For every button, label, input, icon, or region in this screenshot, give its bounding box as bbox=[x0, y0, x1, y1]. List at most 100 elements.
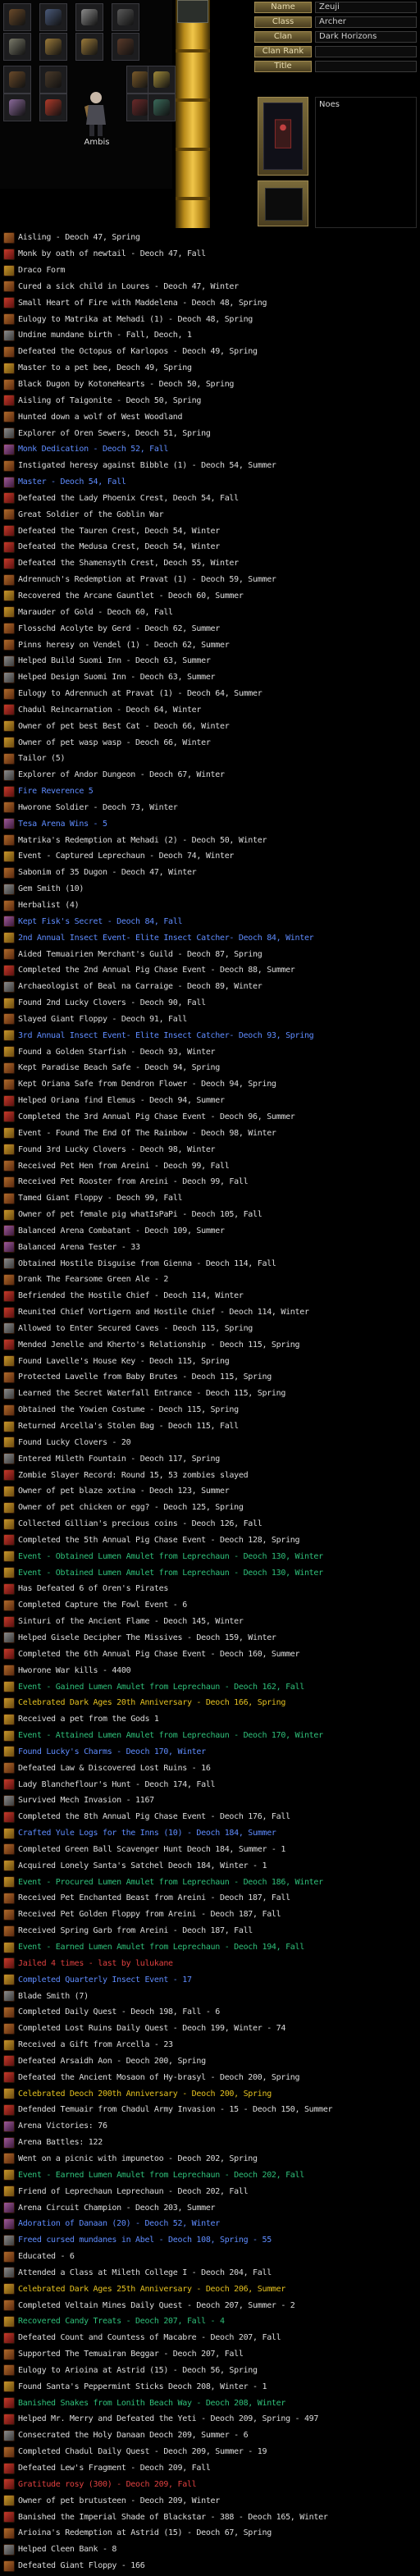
legend-mark: Archaeologist of Beal na Carraige - Deoc… bbox=[0, 979, 420, 995]
equipment-slot[interactable] bbox=[39, 94, 67, 121]
legend-mark-icon bbox=[3, 557, 15, 569]
legend-mark-text: 3rd Annual Insect Event- Elite Insect Ca… bbox=[18, 1030, 314, 1040]
legend-mark-icon bbox=[3, 1648, 15, 1660]
legend-mark-text: Allowed to Enter Secured Caves - Deoch 1… bbox=[18, 1323, 253, 1333]
legend-mark: Defeated the Lady Phoenix Crest, Deoch 5… bbox=[0, 491, 420, 507]
legend-mark: Matrika's Redemption at Mehadi (2) - Deo… bbox=[0, 832, 420, 848]
legend-mark-icon bbox=[3, 443, 15, 455]
legend-mark-text: Chadul Reincarnation - Deoch 64, Winter bbox=[18, 705, 202, 715]
legend-mark-text: Adoration of Danaan (20) - Deoch 52, Win… bbox=[18, 2219, 220, 2229]
legend-mark-icon bbox=[3, 459, 15, 472]
legend-mark-text: Pinns heresy on Vendel (1) - Deoch 62, S… bbox=[18, 640, 230, 650]
legend-mark: Fire Reverence 5 bbox=[0, 783, 420, 800]
legend-mark-text: Mended Jenelle and Kherto's Relationship… bbox=[18, 1340, 300, 1350]
legend-mark-icon bbox=[3, 1697, 15, 1709]
legend-mark-icon bbox=[3, 752, 15, 765]
equipment-slot[interactable] bbox=[3, 33, 31, 61]
legend-mark-text: Event - Gained Lumen Amulet from Leprech… bbox=[18, 1682, 304, 1692]
legend-mark: Returned Arcella's Stolen Bag - Deoch 11… bbox=[0, 1418, 420, 1435]
legend-mark: Attended a Class at Mileth College I - D… bbox=[0, 2264, 420, 2281]
equipment-slot[interactable] bbox=[3, 94, 31, 121]
legend-mark-text: 2nd Annual Insect Event- Elite Insect Ca… bbox=[18, 933, 314, 943]
profile-button[interactable] bbox=[258, 180, 308, 226]
legend-mark-text: Event - Earned Lumen Amulet from Leprech… bbox=[18, 1943, 304, 1953]
legend-mark-icon bbox=[3, 671, 15, 683]
legend-mark-text: Received a pet from the Gods 1 bbox=[18, 1715, 159, 1724]
legend-mark: Friend of Leprechaun Leprechaun - Deoch … bbox=[0, 2183, 420, 2199]
legend-mark-icon bbox=[3, 1387, 15, 1400]
legend-mark-text: Supported The Temuairan Beggar - Deoch 2… bbox=[18, 2350, 244, 2359]
profile-button-frame bbox=[265, 188, 303, 221]
legend-mark-text: Celebrated Dark Ages 25th Anniversary - … bbox=[18, 2284, 286, 2294]
legend-mark-icon bbox=[3, 2300, 15, 2312]
bow-icon bbox=[9, 71, 25, 88]
equipment-slot[interactable] bbox=[112, 33, 139, 61]
legend-mark-text: Helped Design Suomi Inn - Deoch 63, Summ… bbox=[18, 673, 216, 683]
ring-icon bbox=[81, 39, 98, 55]
legend-mark: Aided Temuairien Merchant's Guild - Deoc… bbox=[0, 946, 420, 962]
legend-mark: Received Pet Rooster from Areini - Deoch… bbox=[0, 1174, 420, 1190]
legend-mark-icon bbox=[3, 1436, 15, 1449]
legend-mark: Reunited Chief Vortigern and Hostile Chi… bbox=[0, 1304, 420, 1321]
legend-mark-icon bbox=[3, 1371, 15, 1383]
legend-mark: Cured a sick child in Loures - Deoch 47,… bbox=[0, 279, 420, 295]
legend-mark: Drank The Fearsome Green Ale - 2 bbox=[0, 1272, 420, 1288]
legend-mark-icon bbox=[3, 1339, 15, 1351]
clan-label: Clan bbox=[254, 31, 312, 43]
equipment-slot[interactable] bbox=[75, 3, 103, 31]
legend-mark: Educated - 6 bbox=[0, 2249, 420, 2265]
legend-mark-icon bbox=[3, 2169, 15, 2181]
legend-mark-text: Found 3rd Lucky Clovers - Deoch 98, Wint… bbox=[18, 1144, 216, 1154]
legend-mark-text: Protected Lavelle from Baby Brutes - Deo… bbox=[18, 1372, 272, 1382]
earring-icon bbox=[9, 99, 25, 116]
legend-mark-text: Obtained the Yowien Costume - Deoch 115,… bbox=[18, 1405, 239, 1415]
legend-mark-icon bbox=[3, 883, 15, 895]
legend-mark-text: Blade Smith (7) bbox=[18, 1991, 89, 2001]
legend-mark: Event - Gained Lumen Amulet from Leprech… bbox=[0, 1679, 420, 1695]
legend-mark-icon bbox=[3, 2103, 15, 2116]
legend-mark: Received a pet from the Gods 1 bbox=[0, 1711, 420, 1728]
legend-mark-icon bbox=[3, 1632, 15, 1644]
legend-mark: Eulogy to Adrennuch at Pravat (1) - Deoc… bbox=[0, 686, 420, 702]
legend-mark-text: Found a Golden Starfish - Deoch 93, Wint… bbox=[18, 1047, 216, 1057]
legend-mark-icon bbox=[3, 2511, 15, 2523]
equipment-slot[interactable] bbox=[112, 3, 139, 31]
legend-mark: Owner of pet best Best Cat - Deoch 66, W… bbox=[0, 718, 420, 734]
legend-mark-text: Completed Green Ball Scavenger Hunt Deoc… bbox=[18, 1844, 286, 1854]
legend-mark-icon bbox=[3, 2283, 15, 2295]
legend-mark: Defeated Count and Countess of Macabre -… bbox=[0, 2330, 420, 2346]
legend-mark-icon bbox=[3, 1615, 15, 1628]
legend-mark-text: Banished the Imperial Shade of Blackstar… bbox=[18, 2512, 328, 2522]
legend-mark-text: Completed the 2nd Annual Pig Chase Event… bbox=[18, 966, 295, 975]
legend-mark: Recovered the Arcane Gauntlet - Deoch 60… bbox=[0, 588, 420, 605]
character-panel: Ambis Name Zeuji Class Archer Clan Dark … bbox=[0, 0, 420, 228]
equipment-slot[interactable] bbox=[148, 66, 176, 94]
legend-mark: Owner of pet blaze xxtina - Deoch 123, S… bbox=[0, 1483, 420, 1500]
legend-mark-text: Attended a Class at Mileth College I - D… bbox=[18, 2268, 272, 2277]
legend-mark-icon bbox=[3, 2315, 15, 2327]
legend-mark-text: Aided Temuairien Merchant's Guild - Deoc… bbox=[18, 949, 262, 959]
legend-mark: Found 3rd Lucky Clovers - Deoch 98, Wint… bbox=[0, 1141, 420, 1158]
legend-mark: Helped Build Suomi Inn - Deoch 63, Summe… bbox=[0, 653, 420, 669]
equipment-slot[interactable] bbox=[3, 3, 31, 31]
belt-icon bbox=[132, 71, 148, 88]
legend-mark: Defeated the Tauren Crest, Deoch 54, Win… bbox=[0, 523, 420, 539]
legend-mark: Defended Temuair from Chadul Army Invasi… bbox=[0, 2102, 420, 2118]
legend-mark-icon bbox=[3, 1843, 15, 1856]
notes-box[interactable]: Noes bbox=[315, 97, 417, 228]
legend-mark: Allowed to Enter Secured Caves - Deoch 1… bbox=[0, 1321, 420, 1337]
equipment-slot[interactable] bbox=[39, 66, 67, 94]
equipment-slot[interactable] bbox=[39, 3, 67, 31]
equipment-slot[interactable] bbox=[148, 94, 176, 121]
legend-mark-text: Received Pet Rooster from Areini - Deoch… bbox=[18, 1177, 249, 1187]
legend-mark-icon bbox=[3, 2136, 15, 2149]
equipment-slot[interactable] bbox=[3, 66, 31, 94]
legend-mark-icon bbox=[3, 1322, 15, 1335]
equipment-slot[interactable] bbox=[39, 33, 67, 61]
legend-mark-icon bbox=[3, 980, 15, 993]
ring-icon bbox=[45, 39, 62, 55]
legend-mark-icon bbox=[3, 1957, 15, 1970]
legend-marks-list: Aisling - Deoch 47, Spring Monk by oath o… bbox=[0, 230, 420, 2574]
equipment-slot[interactable] bbox=[75, 33, 103, 61]
legend-mark-icon bbox=[3, 2462, 15, 2474]
